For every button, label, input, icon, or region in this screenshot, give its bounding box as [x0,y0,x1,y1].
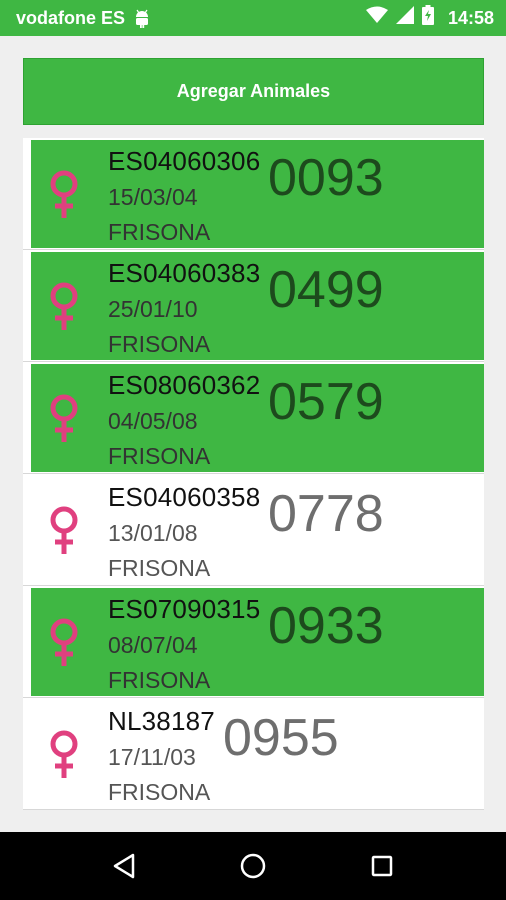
animal-row[interactable]: ES04060306 15/03/04 FRISONA 0093 [23,138,484,250]
animal-birth-date: 25/01/10 [108,296,198,322]
animal-list: ES04060306 15/03/04 FRISONA 0093 ES04060383 2… [23,138,484,810]
wifi-icon [365,6,388,30]
animal-number: 0579 [268,373,384,431]
animal-code: ES08060362 [108,370,261,400]
battery-charging-icon [421,5,434,31]
recents-icon [371,855,392,877]
female-icon [50,730,78,778]
animal-birth-date: 17/11/03 [108,744,196,770]
recents-button[interactable] [362,846,402,886]
animal-birth-date: 08/07/04 [108,632,198,658]
signal-icon [395,6,414,30]
female-icon [50,506,78,554]
status-clock: 14:58 [447,7,494,28]
animal-number: 0778 [268,485,384,543]
animal-row[interactable]: NL38187 17/11/03 FRISONA 0955 [23,698,484,810]
animal-birth-date: 15/03/04 [108,184,198,210]
animal-breed: FRISONA [108,443,211,469]
home-button[interactable] [233,846,273,886]
animal-birth-date: 13/01/08 [108,520,198,546]
animal-breed: FRISONA [108,331,211,357]
navigation-bar [0,832,506,900]
animal-row[interactable]: ES07090315 08/07/04 FRISONA 0933 [23,586,484,698]
android-icon [133,8,151,28]
animal-code: NL38187 [108,706,215,736]
back-icon [114,853,135,879]
female-icon [50,618,78,666]
home-icon [240,853,266,879]
female-icon [50,394,78,442]
animal-row[interactable]: ES08060362 04/05/08 FRISONA 0579 [23,362,484,474]
animal-code: ES04060358 [108,482,261,512]
animal-number: 0933 [268,597,384,655]
animal-breed: FRISONA [108,779,211,805]
animal-code: ES04060383 [108,258,261,288]
back-button[interactable] [104,846,144,886]
animal-code: ES04060306 [108,146,261,176]
animal-row[interactable]: ES04060358 13/01/08 FRISONA 0778 [23,474,484,586]
animal-row[interactable]: ES04060383 25/01/10 FRISONA 0499 [23,250,484,362]
status-bar: vodafone ES 14:58 [0,0,506,36]
animal-number: 0955 [223,709,339,767]
animal-number: 0499 [268,261,384,319]
add-animals-button[interactable]: Agregar Animales [23,58,484,125]
animal-number: 0093 [268,149,384,207]
carrier-name: vodafone ES [16,7,126,28]
female-icon [50,282,78,330]
animal-breed: FRISONA [108,219,211,245]
female-icon [50,170,78,218]
animal-breed: FRISONA [108,667,211,693]
animal-code: ES07090315 [108,594,261,624]
animal-birth-date: 04/05/08 [108,408,198,434]
animal-breed: FRISONA [108,555,211,581]
